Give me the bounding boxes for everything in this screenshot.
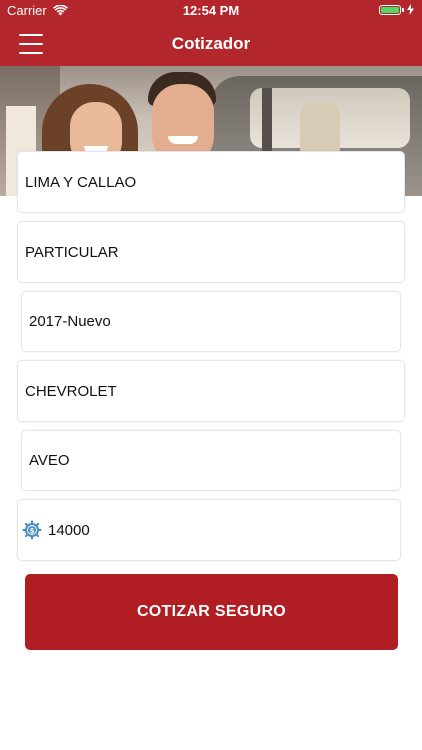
year-value: 2017-Nuevo bbox=[29, 313, 111, 330]
svg-text:$: $ bbox=[30, 527, 35, 535]
region-value: LIMA Y CALLAO bbox=[25, 173, 137, 191]
battery-cap bbox=[402, 7, 404, 12]
year-select[interactable]: 2017-Nuevo bbox=[21, 291, 401, 352]
battery-icon bbox=[379, 4, 401, 15]
price-value: 14000 bbox=[48, 521, 90, 539]
usage-value: PARTICULAR bbox=[25, 243, 119, 261]
model-value: AVEO bbox=[29, 452, 70, 469]
brand-select[interactable]: CHEVROLET bbox=[17, 360, 405, 422]
hero-man-smile bbox=[168, 136, 198, 144]
status-right bbox=[379, 4, 414, 15]
battery-level bbox=[381, 6, 399, 13]
brand-value: CHEVROLET bbox=[25, 382, 117, 400]
dollar-gear-icon: $ bbox=[22, 520, 42, 540]
status-bar: Carrier 12:54 PM bbox=[0, 0, 422, 22]
quote-insurance-button[interactable]: COTIZAR SEGURO bbox=[25, 574, 398, 650]
usage-select[interactable]: PARTICULAR bbox=[17, 221, 405, 283]
model-select[interactable]: AVEO bbox=[21, 430, 401, 491]
status-time: 12:54 PM bbox=[182, 3, 240, 18]
region-select[interactable]: LIMA Y CALLAO bbox=[17, 151, 405, 213]
price-input[interactable]: $ 14000 bbox=[17, 499, 401, 561]
charging-bolt-icon bbox=[407, 4, 414, 15]
navigation-bar: Cotizador bbox=[0, 22, 422, 66]
app-screen: Carrier 12:54 PM Cotizador LIMA Y CALLAO… bbox=[0, 0, 422, 750]
page-title: Cotizador bbox=[171, 34, 251, 53]
